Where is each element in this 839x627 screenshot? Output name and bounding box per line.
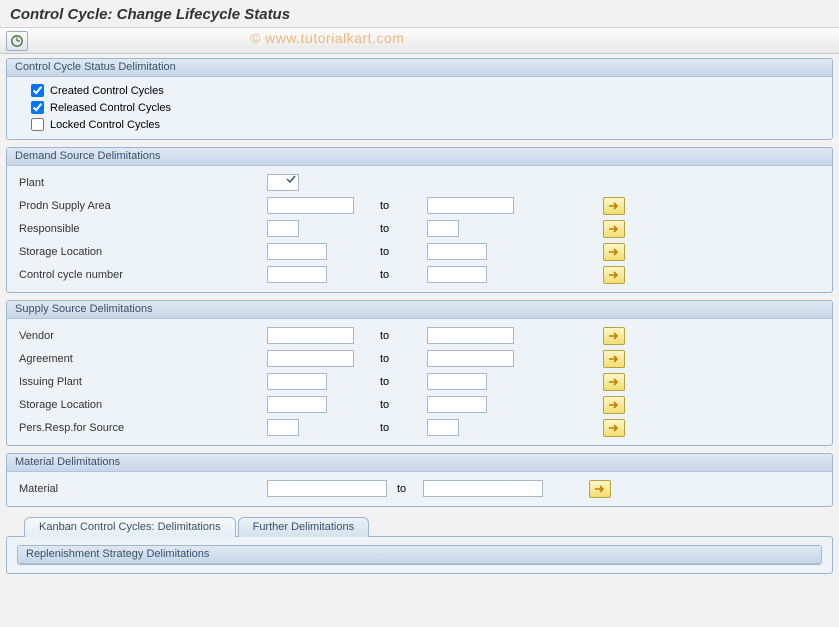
multi-select-button[interactable] <box>603 327 625 345</box>
storage-location-from[interactable] <box>267 243 327 260</box>
group-demand-title: Demand Source Delimitations <box>7 148 832 166</box>
to-label: to <box>377 269 427 281</box>
to-label: to <box>377 376 427 388</box>
chk-label: Created Control Cycles <box>50 85 164 97</box>
multi-select-button[interactable] <box>603 396 625 414</box>
agreement-to[interactable] <box>427 350 514 367</box>
group-status: Control Cycle Status Delimitation Create… <box>6 58 833 140</box>
arrow-right-icon <box>608 270 620 280</box>
field-label: Vendor <box>17 330 152 342</box>
arrow-right-icon <box>608 331 620 341</box>
watermark: © www.tutorialkart.com <box>250 30 404 46</box>
arrow-right-icon <box>608 354 620 364</box>
group-replenishment-title: Replenishment Strategy Delimitations <box>18 546 821 564</box>
arrow-right-icon <box>594 484 606 494</box>
pers-resp-source-from[interactable] <box>267 419 299 436</box>
multi-select-button[interactable] <box>603 419 625 437</box>
multi-select-button[interactable] <box>603 350 625 368</box>
issuing-plant-from[interactable] <box>267 373 327 390</box>
storage-location-to[interactable] <box>427 243 487 260</box>
to-label: to <box>377 223 427 235</box>
execute-button[interactable] <box>6 31 28 51</box>
group-material-title: Material Delimitations <box>7 454 832 472</box>
plant-input[interactable] <box>267 174 299 191</box>
tab-further-delimitations[interactable]: Further Delimitations <box>238 517 369 537</box>
to-label: to <box>377 330 427 342</box>
multi-select-button[interactable] <box>603 243 625 261</box>
group-status-title: Control Cycle Status Delimitation <box>7 59 832 77</box>
arrow-right-icon <box>608 377 620 387</box>
plant-label: Plant <box>17 177 152 189</box>
field-label: Storage Location <box>17 399 152 411</box>
field-label: Issuing Plant <box>17 376 152 388</box>
page-title: Control Cycle: Change Lifecycle Status <box>0 0 839 28</box>
field-label: Pers.Resp.for Source <box>17 422 152 434</box>
arrow-right-icon <box>608 423 620 433</box>
chk-created-control-cycles[interactable] <box>31 84 44 97</box>
supply-storage-location-from[interactable] <box>267 396 327 413</box>
arrow-right-icon <box>608 247 620 257</box>
field-label: Agreement <box>17 353 152 365</box>
tab-kanban-delimitations[interactable]: Kanban Control Cycles: Delimitations <box>24 517 236 537</box>
field-label: Control cycle number <box>17 269 152 281</box>
group-demand-source: Demand Source Delimitations Plant Prodn … <box>6 147 833 293</box>
responsible-to[interactable] <box>427 220 459 237</box>
multi-select-button[interactable] <box>603 373 625 391</box>
chk-locked-control-cycles[interactable] <box>31 118 44 131</box>
control-cycle-number-from[interactable] <box>267 266 327 283</box>
prodn-supply-area-from[interactable] <box>267 197 354 214</box>
field-label: Storage Location <box>17 246 152 258</box>
multi-select-button[interactable] <box>603 266 625 284</box>
supply-storage-location-to[interactable] <box>427 396 487 413</box>
to-label: to <box>397 483 423 495</box>
vendor-to[interactable] <box>427 327 514 344</box>
tab-content: Replenishment Strategy Delimitations <box>6 536 833 574</box>
to-label: to <box>377 399 427 411</box>
field-label: Prodn Supply Area <box>17 200 152 212</box>
arrow-right-icon <box>608 201 620 211</box>
material-to[interactable] <box>423 480 543 497</box>
responsible-from[interactable] <box>267 220 299 237</box>
toolbar: © www.tutorialkart.com <box>0 28 839 54</box>
prodn-supply-area-to[interactable] <box>427 197 514 214</box>
tab-strip: Kanban Control Cycles: Delimitations Fur… <box>6 514 833 537</box>
clock-execute-icon <box>10 34 24 48</box>
to-label: to <box>377 422 427 434</box>
multi-select-button[interactable] <box>589 480 611 498</box>
arrow-right-icon <box>608 400 620 410</box>
material-from[interactable] <box>267 480 387 497</box>
field-label: Responsible <box>17 223 152 235</box>
group-supply-source: Supply Source Delimitations Vendor to Ag… <box>6 300 833 446</box>
group-material: Material Delimitations Material to <box>6 453 833 507</box>
multi-select-button[interactable] <box>603 220 625 238</box>
chk-label: Released Control Cycles <box>50 102 171 114</box>
material-label: Material <box>17 483 152 495</box>
to-label: to <box>377 246 427 258</box>
control-cycle-number-to[interactable] <box>427 266 487 283</box>
to-label: to <box>377 200 427 212</box>
to-label: to <box>377 353 427 365</box>
vendor-from[interactable] <box>267 327 354 344</box>
agreement-from[interactable] <box>267 350 354 367</box>
pers-resp-source-to[interactable] <box>427 419 459 436</box>
multi-select-button[interactable] <box>603 197 625 215</box>
issuing-plant-to[interactable] <box>427 373 487 390</box>
chk-released-control-cycles[interactable] <box>31 101 44 114</box>
group-supply-title: Supply Source Delimitations <box>7 301 832 319</box>
chk-label: Locked Control Cycles <box>50 119 160 131</box>
arrow-right-icon <box>608 224 620 234</box>
